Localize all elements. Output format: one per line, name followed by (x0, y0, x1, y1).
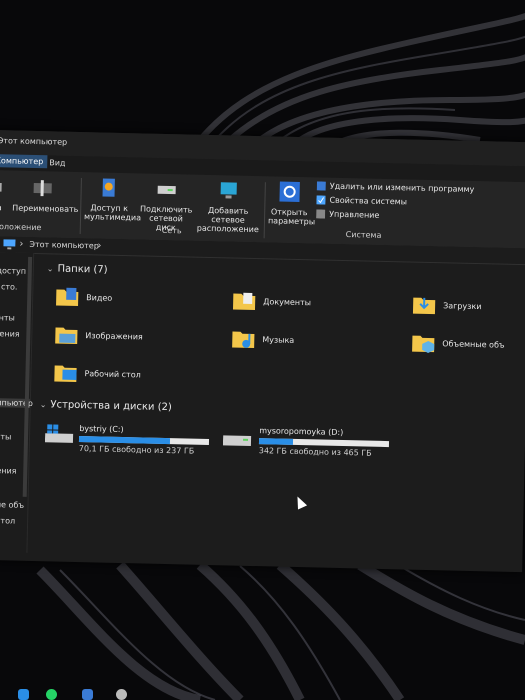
ribbon-separator (79, 178, 82, 235)
folder-pictures[interactable]: Изображения (53, 321, 143, 349)
app-icon[interactable] (82, 689, 93, 700)
navigation-pane: й доступ ол сто. и менты ажения а компью… (0, 251, 35, 553)
desktop-folder-icon (54, 365, 77, 382)
whatsapp-icon[interactable] (46, 689, 57, 700)
sidebar-scrollbar[interactable] (22, 256, 33, 497)
media-access-button[interactable]: Доступ к мультимедиа (84, 176, 141, 222)
chevron-down-icon: ⌄ (46, 264, 54, 274)
rename-icon (33, 180, 52, 197)
drives-section-header[interactable]: ⌄ Устройства и диски (2) (40, 399, 172, 413)
folder-documents[interactable]: Документы (231, 287, 311, 315)
taskbar (0, 686, 525, 700)
add-network-location-button[interactable]: Добавить сетевое расположение (196, 179, 261, 234)
chevron-down-icon: ⌄ (39, 400, 47, 410)
sidebar-item[interactable]: мные объ (0, 500, 24, 510)
folder-3d-objects[interactable]: Объемные объ (410, 330, 505, 358)
drive-free-space: 70,1 ГБ свободно из 237 ГБ (78, 444, 195, 456)
sidebar-item[interactable]: ажения (0, 329, 20, 339)
ribbon-separator (263, 182, 266, 239)
network-location-icon (220, 182, 237, 199)
sidebar-item[interactable]: ол сто. (0, 282, 18, 292)
network-drive-icon (157, 185, 176, 195)
documents-folder-icon (232, 292, 256, 311)
media-server-icon (102, 178, 115, 197)
pictures-folder-icon (55, 327, 78, 344)
uninstall-program-button[interactable]: Удалить или изменить программу (316, 181, 474, 194)
rename-button[interactable]: Переименовать (12, 176, 79, 214)
sidebar-item[interactable]: ажения (0, 466, 17, 476)
telegram-icon[interactable] (18, 689, 29, 700)
settings-gear-icon (279, 181, 300, 202)
folder-downloads[interactable]: Загрузки (411, 292, 482, 320)
folder-music[interactable]: Музыка (230, 325, 295, 352)
breadcrumb-chevron-icon[interactable]: › (97, 240, 101, 251)
downloads-folder-icon (412, 297, 436, 315)
breadcrumb-chevron-icon: › (19, 238, 24, 250)
group-label-network: Сеть (161, 225, 182, 236)
music-folder-icon (232, 331, 255, 349)
manage-button[interactable]: Управление (316, 209, 379, 220)
settings-gear-icon[interactable] (116, 689, 127, 700)
computer-icon (3, 239, 16, 250)
folder-videos[interactable]: Видео (54, 283, 113, 310)
tab-computer[interactable]: Компьютер (0, 153, 48, 169)
system-drive-icon (44, 424, 74, 443)
system-properties-icon (316, 195, 326, 205)
sidebar-item[interactable]: й доступ (0, 266, 26, 276)
drive-name: mysoropomoyka (D:) (259, 426, 344, 438)
address-path: Этот компьютер (29, 239, 99, 251)
manage-icon (316, 209, 326, 219)
drive-name: bystriy (C:) (79, 424, 124, 435)
explorer-window: Этот компьютер Компьютер Вид а Переимено… (0, 130, 525, 573)
system-properties-button[interactable]: Свойства системы (316, 195, 407, 206)
drive-usage-fill (258, 438, 293, 445)
drive-usage-fill (78, 436, 171, 445)
open-settings-button[interactable]: Открыть параметры (268, 180, 315, 226)
map-network-drive-button[interactable]: Подключить сетевой диск (138, 177, 195, 232)
group-label-system: Система (345, 230, 382, 240)
folders-section-header[interactable]: ⌄ Папки (7) (46, 263, 108, 276)
group-label-location: положение (0, 222, 42, 233)
drive-icon (222, 435, 252, 446)
folder-desktop[interactable]: Рабочий стол (52, 359, 141, 387)
window-title: Этот компьютер (0, 136, 68, 147)
uninstall-icon (316, 181, 326, 191)
videos-folder-icon (56, 287, 79, 306)
drive-free-space: 342 ГБ свободно из 465 ГБ (258, 446, 372, 458)
sidebar-item[interactable]: иенты (0, 432, 11, 442)
content-pane: ⌄ Папки (7) Видео Документы Загрузки Изоб… (30, 253, 525, 564)
tab-view[interactable]: Вид (49, 158, 65, 167)
sidebar-item[interactable]: менты (0, 313, 15, 323)
properties-icon (0, 182, 2, 192)
sidebar-item[interactable]: ий стол (0, 516, 15, 526)
properties-button[interactable]: а (0, 176, 7, 212)
3d-objects-folder-icon (412, 335, 435, 353)
